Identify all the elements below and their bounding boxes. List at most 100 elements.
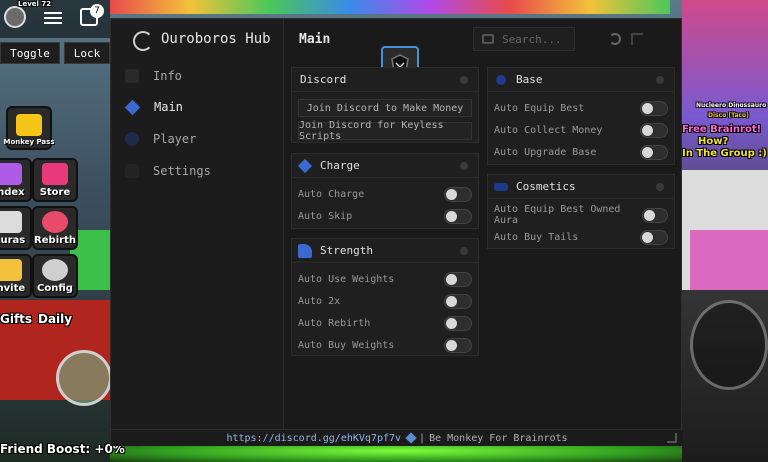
nav-item-player[interactable]: Player (121, 126, 274, 152)
page-title: Main (299, 32, 331, 47)
auto-buy-weights-toggle[interactable] (444, 337, 472, 353)
cosmetics-icon (494, 182, 508, 191)
base-icon (496, 74, 506, 85)
lock-button[interactable]: Lock (64, 42, 110, 64)
toggle-row[interactable]: Auto Upgrade Base (494, 141, 668, 163)
search-placeholder: Search... (502, 32, 562, 46)
cosmetics-section-header: Cosmetics (488, 175, 674, 199)
diamond-icon (124, 99, 141, 115)
auto-equip-best-aura-toggle[interactable] (641, 207, 668, 223)
discord-section-title: Discord (300, 73, 347, 86)
strength-section-title: Strength (320, 244, 373, 257)
menu-icon[interactable] (44, 10, 62, 24)
ouroboros-logo-icon (133, 31, 153, 51)
gifts-label[interactable]: Gifts (0, 312, 32, 326)
toggle-row[interactable]: Auto Use Weights (298, 268, 472, 290)
invite-button[interactable]: Invite (0, 254, 32, 298)
toggle-row[interactable]: Auto Rebirth (298, 312, 472, 334)
charge-section-header: Charge (292, 154, 478, 178)
auras-button[interactable]: Auras (0, 206, 32, 250)
base-collapse-icon[interactable] (656, 76, 664, 84)
daily-label[interactable]: Daily (38, 312, 72, 326)
monkey-pass-button[interactable]: Monkey Pass (4, 106, 55, 150)
charge-section-title: Charge (320, 159, 360, 172)
toggle-row[interactable]: Auto 2x (298, 290, 472, 312)
auto-skip-toggle[interactable] (444, 208, 472, 224)
jump-button[interactable] (690, 300, 768, 390)
info-icon (125, 69, 139, 83)
toggle-row[interactable]: Auto Equip Best Owned Aura (494, 204, 668, 226)
top-color-strip (110, 0, 670, 14)
search-icon (482, 34, 494, 44)
cosmetics-section-title: Cosmetics (516, 180, 576, 193)
shirt-icon (0, 211, 22, 233)
ticket-icon (16, 114, 42, 136)
charge-icon (297, 158, 313, 173)
level-label: Level 72 (18, 0, 52, 8)
cosmetics-collapse-icon[interactable] (656, 183, 664, 191)
join-discord-keyless-button[interactable]: Join Discord for Keyless Scripts (298, 120, 472, 142)
discord-section-header: Discord (292, 68, 478, 92)
hub-window: Ouroboros Hub Info Main Player Settings … (110, 18, 683, 446)
nav-item-info[interactable]: Info (121, 63, 274, 89)
book-icon (0, 163, 22, 185)
right-pink-block (690, 230, 768, 290)
auto-upgrade-base-toggle[interactable] (640, 144, 668, 160)
free-brainrot-label: Free Brainrot! (682, 124, 762, 135)
base-section-title: Base (516, 73, 543, 86)
hub-title: Ouroboros Hub (161, 31, 271, 47)
charge-collapse-icon[interactable] (460, 162, 468, 170)
join-discord-money-button[interactable]: Join Discord to Make Money (298, 99, 472, 117)
discord-link[interactable]: https://discord.gg/ehKVq7pf7v (226, 433, 401, 444)
nav-item-settings[interactable]: Settings (121, 158, 274, 184)
toggle-row[interactable]: Auto Skip (298, 205, 472, 227)
base-section: Base Auto Equip Best Auto Collect Money … (487, 67, 675, 165)
toggle-row[interactable]: Auto Equip Best (494, 97, 668, 119)
settings-icon (125, 164, 139, 178)
strength-collapse-icon[interactable] (460, 247, 468, 255)
charge-section: Charge Auto Charge Auto Skip (291, 153, 479, 229)
shopping-bag-icon (42, 163, 68, 185)
how-label: How? (698, 136, 729, 147)
auto-2x-toggle[interactable] (444, 293, 472, 309)
store-button[interactable]: Store (32, 158, 78, 202)
search-input[interactable]: Search... (473, 27, 575, 51)
nav-item-main[interactable]: Main (121, 94, 274, 120)
toggle-row[interactable]: Auto Collect Money (494, 119, 668, 141)
hub-footer: https://discord.gg/ehKVq7pf7v | Be Monke… (111, 429, 683, 446)
auto-use-weights-toggle[interactable] (444, 271, 472, 287)
auto-rebirth-toggle[interactable] (444, 315, 472, 331)
footer-separator: | (419, 432, 426, 444)
discord-collapse-icon[interactable] (460, 76, 468, 84)
auto-equip-best-toggle[interactable] (640, 100, 668, 116)
rebirth-button[interactable]: Rebirth (32, 206, 78, 250)
hub-sidebar: Ouroboros Hub Info Main Player Settings (111, 19, 284, 429)
action-button[interactable] (56, 350, 112, 406)
cosmetics-section: Cosmetics Auto Equip Best Owned Aura Aut… (487, 174, 675, 249)
top-left-hud: Level 72 7 (0, 0, 110, 38)
friend-boost-label: Friend Boost: +0% (0, 442, 125, 456)
toggle-row[interactable]: Auto Buy Weights (298, 334, 472, 356)
notification-badge: 7 (90, 4, 104, 18)
discord-section: Discord Join Discord to Make Money Join … (291, 67, 479, 143)
config-button[interactable]: Config (32, 254, 78, 298)
toggle-button[interactable]: Toggle (0, 42, 60, 64)
base-section-header: Base (488, 68, 674, 92)
resize-grip-icon[interactable] (667, 433, 677, 443)
index-button[interactable]: Index (0, 158, 32, 202)
strength-section-header: Strength (292, 239, 478, 263)
toggle-row[interactable]: Auto Charge (298, 183, 472, 205)
strength-section: Strength Auto Use Weights Auto 2x Auto R… (291, 238, 479, 356)
diamond-icon (405, 432, 417, 444)
footer-tagline: Be Monkey For Brainrots (429, 432, 568, 444)
avatar[interactable] (4, 6, 26, 28)
maximize-icon[interactable] (631, 33, 643, 45)
toggle-row[interactable]: Auto Buy Tails (494, 226, 668, 248)
minimize-icon[interactable] (609, 33, 621, 45)
auto-buy-tails-toggle[interactable] (640, 229, 668, 245)
auto-collect-money-toggle[interactable] (640, 122, 668, 138)
auto-charge-toggle[interactable] (444, 186, 472, 202)
people-icon (0, 259, 22, 281)
npc-name-label: Nucleero Dinossauro (696, 102, 767, 109)
join-group-label: In The Group :) (682, 148, 767, 159)
